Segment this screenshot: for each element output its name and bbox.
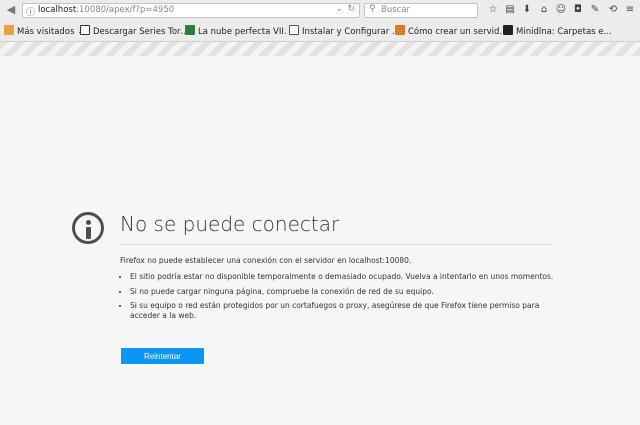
search-input[interactable]: Buscar <box>381 5 410 15</box>
folder-icon <box>4 25 14 35</box>
bookmark-star-icon[interactable]: ☆ <box>486 3 500 17</box>
site-icon <box>185 25 195 35</box>
reload-icon[interactable]: ↻ <box>347 4 355 14</box>
back-arrow-icon[interactable]: ◀ <box>4 3 18 17</box>
bookmark-item[interactable]: Cómo crear un servid… <box>395 25 508 38</box>
info-icon <box>72 212 104 244</box>
site-icon <box>395 25 405 35</box>
extension-icon[interactable]: ✎ <box>588 3 602 17</box>
reasons-list: El sitio podría estar no disponible temp… <box>120 272 560 325</box>
home-icon[interactable]: ⌂ <box>537 3 551 17</box>
error-banner-stripe <box>0 42 640 56</box>
url-bar[interactable]: ⓘ localhost:10080/apex/f?p=4950 ⌄ ↻ <box>22 3 360 18</box>
navigation-toolbar: ◀ ⓘ localhost:10080/apex/f?p=4950 ⌄ ↻ ⚲ … <box>0 0 640 23</box>
page-title: No se puede conectar <box>120 212 340 236</box>
url-text[interactable]: localhost:10080/apex/f?p=4950 <box>38 5 174 15</box>
error-description: Firefox no puede establecer una conexión… <box>120 256 412 265</box>
info-icon[interactable]: ⓘ <box>26 5 35 18</box>
dropdown-arrow-icon[interactable]: ⌄ <box>335 4 343 14</box>
search-icon: ⚲ <box>369 4 376 14</box>
divider <box>120 244 553 245</box>
list-item: El sitio podría estar no disponible temp… <box>130 272 560 282</box>
bookmark-item[interactable]: Minidlna: Carpetas e… <box>503 25 612 38</box>
bookmark-most-visited[interactable]: Más visitados ⌄ <box>4 25 84 38</box>
page-icon <box>80 25 90 35</box>
list-item: Si su equipo o red están protegidos por … <box>130 301 560 320</box>
download-icon[interactable]: ⬇ <box>520 3 534 17</box>
bookmark-item[interactable]: Descargar Series Tor… <box>80 25 189 38</box>
site-icon <box>503 25 513 35</box>
bookmarks-toolbar: Más visitados ⌄ Descargar Series Tor… La… <box>0 22 640 42</box>
bookmark-item[interactable]: Instalar y Configurar … <box>289 25 400 38</box>
bookmark-item[interactable]: La nube perfecta VII. … <box>185 25 298 38</box>
list-item: Si no puede cargar ninguna página, compr… <box>130 287 560 297</box>
site-icon <box>289 25 299 35</box>
extension-2-icon[interactable]: ⟲ <box>606 3 620 17</box>
retry-button[interactable]: Reintentar <box>121 348 204 364</box>
reading-list-icon[interactable]: ▤ <box>503 3 517 17</box>
smiley-icon[interactable]: ☺ <box>554 3 568 17</box>
search-bar[interactable]: ⚲ Buscar <box>364 3 478 18</box>
pocket-icon[interactable]: ◘ <box>571 3 585 17</box>
menu-icon[interactable]: ≡ <box>623 3 637 17</box>
